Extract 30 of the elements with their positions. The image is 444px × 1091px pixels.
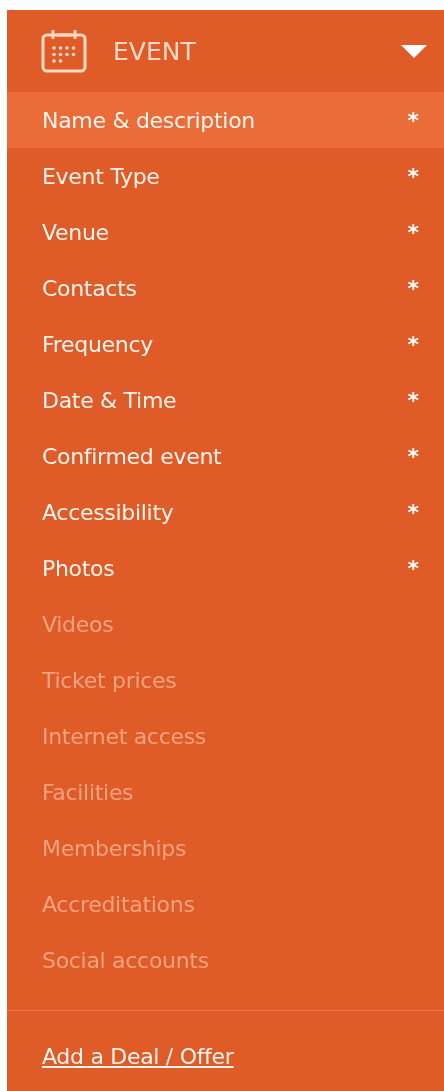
menu-item[interactable]: Frequency *	[7, 316, 444, 372]
required-mark: *	[407, 107, 419, 133]
menu-item[interactable]: Venue *	[7, 204, 444, 260]
menu-item[interactable]: Social accounts	[7, 932, 444, 988]
required-mark: *	[407, 443, 419, 469]
menu-item[interactable]: Contacts *	[7, 260, 444, 316]
menu-item[interactable]: Photos *	[7, 540, 444, 596]
menu-item[interactable]: Internet access	[7, 708, 444, 764]
menu-item[interactable]: Accessibility *	[7, 484, 444, 540]
required-mark: *	[407, 219, 419, 245]
calendar-icon	[41, 29, 87, 73]
required-mark: *	[407, 275, 419, 301]
section-title: EVENT	[113, 36, 197, 66]
menu-item[interactable]: Accreditations	[7, 876, 444, 932]
menu-item[interactable]: Date & Time *	[7, 372, 444, 428]
required-mark: *	[407, 555, 419, 581]
required-mark: *	[407, 387, 419, 413]
add-deal-link[interactable]: Add a Deal / Offer	[42, 1044, 234, 1069]
menu-item[interactable]: Videos	[7, 596, 444, 652]
section-header[interactable]: EVENT	[7, 10, 444, 92]
required-mark: *	[407, 499, 419, 525]
menu-item[interactable]: Confirmed event *	[7, 428, 444, 484]
required-mark: *	[407, 331, 419, 357]
menu-item[interactable]: Ticket prices	[7, 652, 444, 708]
menu-item[interactable]: Memberships	[7, 820, 444, 876]
caret-icon[interactable]	[401, 43, 427, 59]
menu-item[interactable]: Event Type *	[7, 148, 444, 204]
menu-item[interactable]: Name & description *	[7, 92, 444, 148]
menu-item[interactable]: Facilities	[7, 764, 444, 820]
required-mark: *	[407, 163, 419, 189]
